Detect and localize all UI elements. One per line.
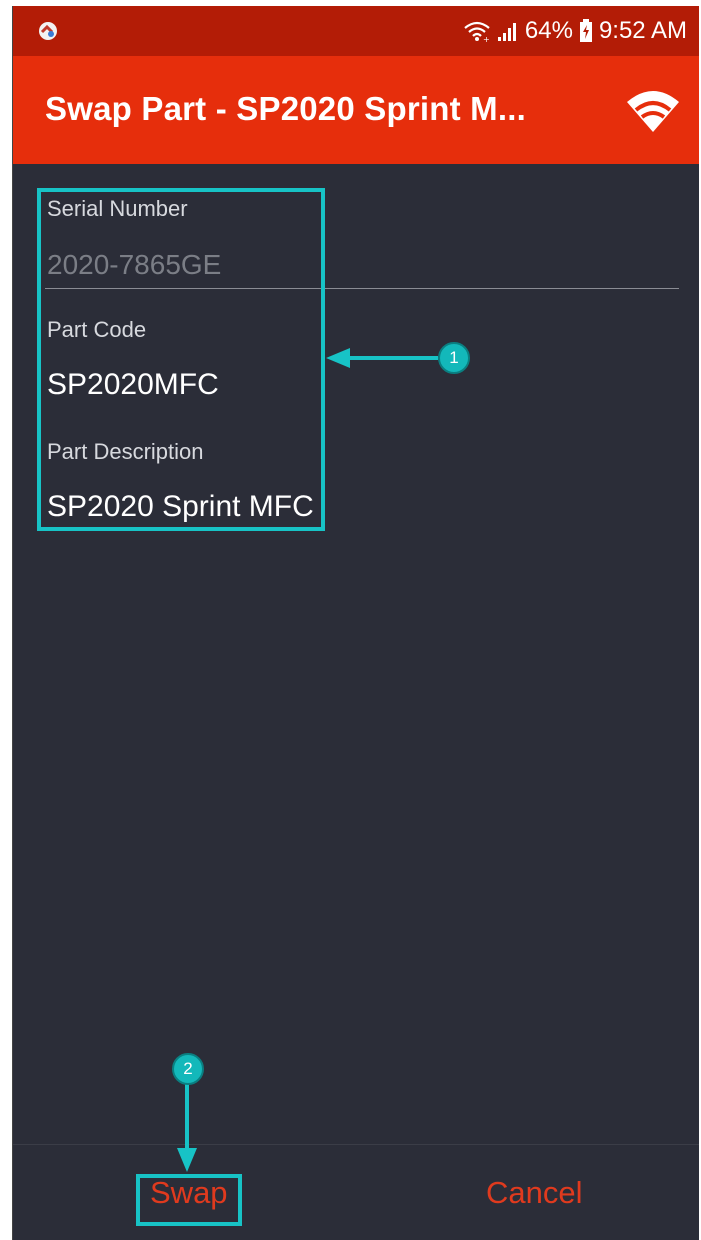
svg-text:+: + (483, 35, 490, 42)
callout-badge-1: 1 (438, 342, 470, 374)
callout-badge-2: 2 (172, 1053, 204, 1085)
callout-box-fields (37, 188, 325, 531)
callout-box-swap (136, 1174, 242, 1226)
wifi-signal-icon: + (464, 21, 490, 42)
page-title: Swap Part - SP2020 Sprint M... (45, 90, 526, 127)
app-notification-icon (39, 22, 57, 40)
app-bar: Swap Part - SP2020 Sprint M... (13, 56, 699, 164)
battery-percent: 64% (524, 17, 573, 44)
cancel-button[interactable]: Cancel (486, 1175, 583, 1211)
wifi-icon[interactable] (625, 88, 681, 134)
status-bar: + 64% 9:52 AM (13, 6, 699, 56)
cell-signal-icon (497, 23, 516, 41)
bottom-action-bar: Swap Cancel (13, 1144, 699, 1240)
status-indicators: + 64% 9:52 AM (463, 16, 687, 46)
battery-icon (579, 19, 592, 42)
clock: 9:52 AM (598, 17, 687, 44)
